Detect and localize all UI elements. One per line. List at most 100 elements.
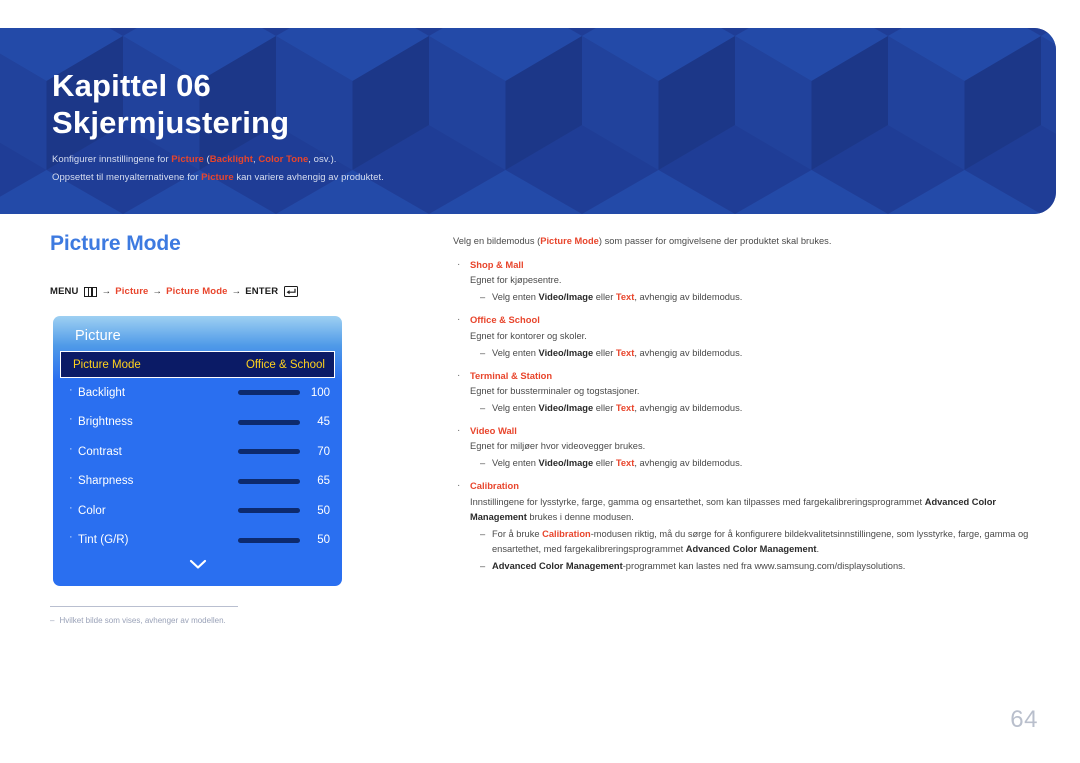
osd-selected-value: Office & School xyxy=(245,358,325,371)
bullet-dot-icon: · xyxy=(457,369,461,381)
bullet-dot-icon: · xyxy=(457,314,461,326)
sub-prefix: Velg enten xyxy=(492,347,539,358)
path-arrow-1: → xyxy=(101,286,112,297)
content-column: Velg en bildemodus (Picture Mode) som pa… xyxy=(453,234,1041,574)
mode-subitem: – Velg enten Video/Image eller Text, avhe… xyxy=(470,456,1041,471)
sub-mid: eller xyxy=(593,347,616,358)
sub-opt-video-image: Video/Image xyxy=(538,292,594,303)
osd-row-label: Color xyxy=(78,504,106,517)
osd-row[interactable]: · Tint (G/R) 50 xyxy=(53,526,342,556)
chevron-down-icon xyxy=(189,559,206,569)
calib-para-c: brukes i denne modusen. xyxy=(526,511,634,522)
list-item: · Shop & Mall Egnet for kjøpesentre. – Velg … xyxy=(453,257,1041,305)
sub-suffix: , avhengig av bildemodus. xyxy=(634,292,743,303)
mode-head: Video Wall xyxy=(470,425,517,437)
mode-desc: Egnet for kontorer og skoler. xyxy=(470,330,587,341)
sub-mid: eller xyxy=(593,292,616,303)
sub-opt-video-image: Video/Image xyxy=(538,458,594,469)
sub-opt-video-image: Video/Image xyxy=(538,347,594,358)
osd-row-bullet-icon: · xyxy=(69,531,73,544)
sub-opt-text: Text xyxy=(615,292,635,303)
osd-menu-title: Picture xyxy=(75,328,121,344)
bullet-dot-icon: · xyxy=(457,259,461,271)
osd-row[interactable]: · Color 50 xyxy=(53,496,342,526)
sub-opt-text: Text xyxy=(615,347,635,358)
dash-marker: – xyxy=(480,347,486,358)
banner-sub2-text-a: Oppsettet til menyalternativene for xyxy=(52,171,202,183)
chapter-number: Kapittel 06 xyxy=(52,68,211,103)
enter-label: ENTER xyxy=(245,286,279,297)
calibration-subitem-1: – For å bruke Calibration-modusen riktig… xyxy=(470,527,1041,557)
osd-row-bullet-icon: · xyxy=(69,501,73,514)
list-item-calibration: · Calibration Innstillingene for lysstyr… xyxy=(453,478,1041,573)
osd-row-bullet-icon: · xyxy=(69,472,73,485)
osd-row-slider[interactable] xyxy=(238,508,300,514)
dash-marker: – xyxy=(480,560,486,571)
calibration-head: Calibration xyxy=(470,480,519,492)
mode-desc: Egnet for kjøpesentre. xyxy=(470,275,562,286)
osd-row[interactable]: · Backlight 100 xyxy=(53,378,342,408)
osd-settings-list: · Backlight 100 · Brightness 45 · Contrast 70 · Sh… xyxy=(53,378,342,555)
osd-row-value: 50 xyxy=(317,534,330,547)
osd-scroll-down-button[interactable] xyxy=(53,555,342,576)
mode-subitem: – Velg enten Video/Image eller Text, avhe… xyxy=(470,290,1041,305)
dash-marker: – xyxy=(480,528,486,539)
mode-subitem: – Velg enten Video/Image eller Text, avhe… xyxy=(470,346,1041,361)
calib-sub2-acm: Advanced Color Management xyxy=(492,560,623,571)
sub-suffix: , avhengig av bildemodus. xyxy=(634,347,743,358)
osd-row-slider[interactable] xyxy=(238,390,300,396)
dash-marker: – xyxy=(480,292,486,303)
enter-return-icon xyxy=(284,286,299,297)
list-item: · Video Wall Egnet for miljøer hvor videov… xyxy=(453,423,1041,471)
osd-row-slider[interactable] xyxy=(238,537,300,543)
banner-subtitle-line-1: Konfigurer innstillingene for Picture (B… xyxy=(52,151,384,169)
osd-row-bullet-icon: · xyxy=(69,413,73,426)
path-step-picture-mode: Picture Mode xyxy=(166,286,228,297)
calib-sub2-b: -programmet kan lastes ned fra www.samsu… xyxy=(622,560,906,571)
chapter-title: Skjermjustering xyxy=(52,104,290,140)
menu-bars-icon xyxy=(83,286,97,297)
mode-head: Terminal & Station xyxy=(470,369,553,381)
intro-paragraph: Velg en bildemodus (Picture Mode) som pa… xyxy=(453,234,1041,249)
sub-prefix: Velg enten xyxy=(492,458,539,469)
osd-row-value: 70 xyxy=(317,445,330,458)
menu-navigation-path: MENU → Picture → Picture Mode → ENTER xyxy=(50,286,299,297)
mode-head: Shop & Mall xyxy=(470,259,524,271)
osd-row-bullet-icon: · xyxy=(69,442,73,455)
osd-row-bullet-icon: · xyxy=(69,383,73,396)
banner-sub1-colortone: Color Tone xyxy=(258,154,309,166)
banner-sub1-text-a: Konfigurer innstillingene for xyxy=(52,154,172,166)
sub-prefix: Velg enten xyxy=(492,292,539,303)
osd-row[interactable]: · Brightness 45 xyxy=(53,408,342,438)
intro-text-a: Velg en bildemodus ( xyxy=(453,236,541,246)
page-title: Picture Mode xyxy=(50,232,181,255)
footnote-dash: – xyxy=(50,616,55,625)
osd-row-label: Tint (G/R) xyxy=(78,534,129,547)
calib-sub1-calibration: Calibration xyxy=(542,528,591,539)
osd-row[interactable]: · Sharpness 65 xyxy=(53,467,342,497)
osd-selected-label: Picture Mode xyxy=(73,358,141,371)
dash-marker: – xyxy=(480,402,486,413)
sub-mid: eller xyxy=(593,402,616,413)
chapter-banner: Kapittel 06 Skjermjustering Konfigurer i… xyxy=(0,28,1056,214)
osd-row-value: 65 xyxy=(317,475,330,488)
bullet-dot-icon: · xyxy=(457,480,461,492)
osd-row-slider[interactable] xyxy=(238,449,300,455)
osd-row[interactable]: · Contrast 70 xyxy=(53,437,342,467)
mode-subitem: – Velg enten Video/Image eller Text, avhe… xyxy=(470,401,1041,416)
osd-row-slider[interactable] xyxy=(238,419,300,425)
footnote-block: – Hvilket bilde som vises, avhenger av m… xyxy=(50,606,238,625)
calib-sub1-acm: Advanced Color Management xyxy=(685,543,817,554)
osd-row-label: Sharpness xyxy=(78,475,134,488)
sub-opt-text: Text xyxy=(615,458,635,469)
path-arrow-2: → xyxy=(152,286,163,297)
footnote-text: Hvilket bilde som vises, avhenger av mod… xyxy=(59,616,226,625)
osd-row-value: 100 xyxy=(310,386,330,399)
osd-row-picture-mode-selected[interactable]: Picture Mode Office & School xyxy=(60,351,335,378)
osd-row-label: Brightness xyxy=(78,416,133,429)
banner-subtitle-line-2: Oppsettet til menyalternativene for Pict… xyxy=(52,169,384,187)
osd-row-slider[interactable] xyxy=(238,478,300,484)
page-number: 64 xyxy=(1010,706,1038,733)
list-item: · Terminal & Station Egnet for busstermina… xyxy=(453,368,1041,416)
sub-mid: eller xyxy=(593,458,616,469)
